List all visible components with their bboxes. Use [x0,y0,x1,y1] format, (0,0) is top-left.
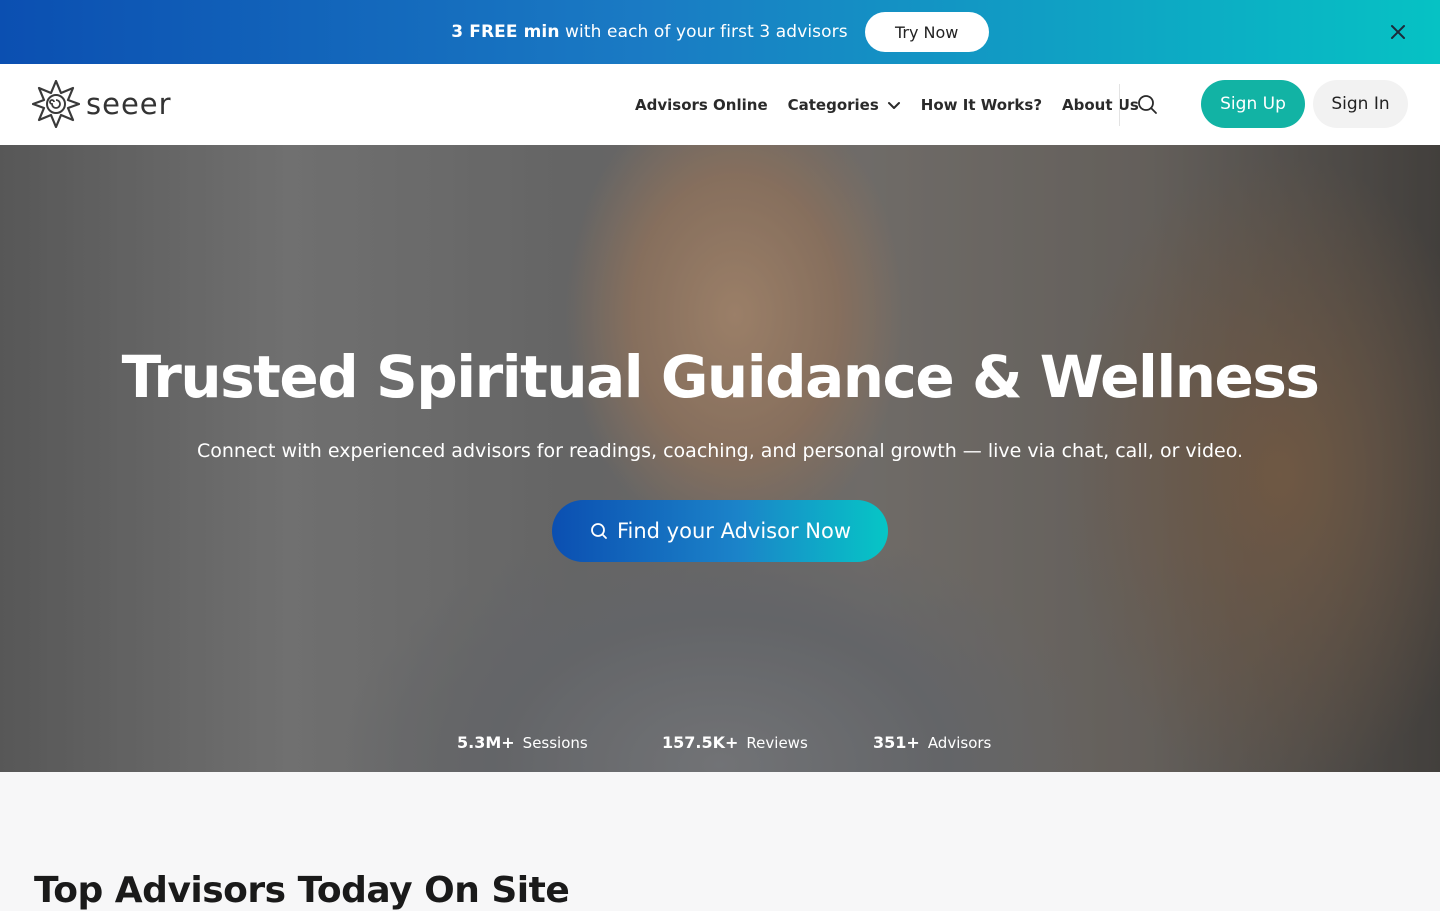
hero-subtitle: Connect with experienced advisors for re… [196,440,1244,462]
main-nav: Advisors Online Categories How It Works?… [635,64,1159,145]
search-icon[interactable] [1135,92,1159,116]
promo-text-rest: with each of your first 3 advisors [559,22,848,42]
chevron-down-icon [887,101,900,109]
nav-label: Advisors Online [635,95,768,114]
stat-label: Reviews [746,734,808,752]
nav-advisors-online[interactable]: Advisors Online [635,96,768,114]
section-title: Top Advisors Today On Site [34,870,570,911]
sign-in-button[interactable]: Sign In [1313,80,1408,128]
stat-value: 5.3M+ [457,733,515,752]
search-icon [591,523,607,539]
stat-value: 351+ [873,733,920,752]
logo-text: seeer [86,87,172,121]
promo-text: 3 FREE min with each of your first 3 adv… [451,22,847,42]
logo-star-icon [32,80,80,128]
find-advisor-label: Find your Advisor Now [616,519,851,543]
stat-value: 157.5K+ [662,733,739,752]
nav-label: Categories [787,95,879,114]
nav-divider [1119,84,1120,126]
stat-sessions: 5.3M+ Sessions [457,733,588,752]
nav-categories[interactable]: Categories [788,96,901,114]
stat-advisors: 351+ Advisors [873,733,991,752]
sign-up-button[interactable]: Sign Up [1201,80,1305,128]
nav-label: How It Works? [920,95,1043,114]
try-now-button[interactable]: Try Now [864,12,989,52]
stat-reviews: 157.5K+ Reviews [662,733,808,752]
nav-label: About Us [1062,95,1139,114]
stat-label: Sessions [522,734,588,752]
close-icon[interactable] [1388,22,1408,42]
stats-row: 5.3M+ Sessions 157.5K+ Reviews 351+ Advisor… [0,733,1440,753]
nav-how-it-works[interactable]: How It Works? [921,96,1042,114]
hero-title: Trusted Spiritual Guidance & Wellness [121,343,1320,411]
hero-section: Trusted Spiritual Guidance & Wellness Co… [0,145,1440,772]
site-header: seeer Advisors Online Categories How It … [0,64,1440,145]
promo-bold-text: 3 FREE min [451,22,560,42]
stat-label: Advisors [927,734,992,752]
find-advisor-button[interactable]: Find your Advisor Now [552,500,888,562]
nav-about-us[interactable]: About Us [1062,96,1139,114]
promo-banner: 3 FREE min with each of your first 3 adv… [0,0,1440,64]
logo[interactable]: seeer [32,80,172,128]
